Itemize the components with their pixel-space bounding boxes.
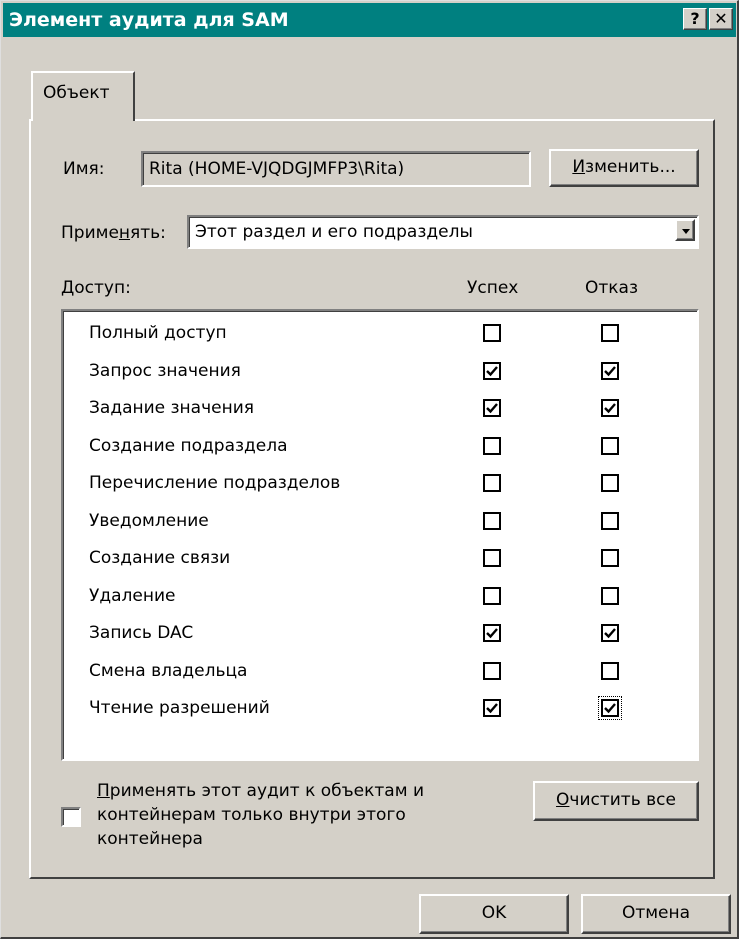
change-principal-button[interactable]: Изменить... xyxy=(549,149,699,187)
ok-label: OK xyxy=(481,903,507,923)
permission-name: Задание значения xyxy=(89,398,254,418)
apply-to-label-mnemonic: н xyxy=(118,223,131,243)
permission-name: Полный доступ xyxy=(89,323,227,343)
clear-all-label: чистить все xyxy=(569,790,676,810)
apply-only-line3: контейнера xyxy=(97,829,203,849)
apply-only-line2: контейнерам только внутри этого xyxy=(97,805,406,825)
permission-name: Запрос значения xyxy=(89,360,241,381)
checkmark-icon xyxy=(486,365,498,376)
permission-row: Уведомление xyxy=(89,505,689,539)
checkmark-icon xyxy=(486,403,498,414)
audit-entry-dialog: Элемент аудита для SAM ? ✕ Объект Имя: R… xyxy=(0,0,739,939)
permission-row: Создание подраздела xyxy=(89,430,689,464)
permission-name: Чтение разрешений xyxy=(89,698,270,718)
failure-checkbox[interactable] xyxy=(601,586,619,605)
title-bar[interactable]: Элемент аудита для SAM ? ✕ xyxy=(3,3,736,37)
permission-name: Запись DAC xyxy=(89,623,194,643)
change-button-mnemonic: И xyxy=(572,157,586,177)
failure-checkbox[interactable] xyxy=(601,549,619,567)
success-checkbox[interactable] xyxy=(483,661,501,680)
apply-only-line1: рименять этот аудит к объектам и xyxy=(109,781,425,801)
permission-name: Уведомление xyxy=(89,510,209,531)
permission-name: Создание связи xyxy=(89,548,231,568)
failure-column-header: Отказ xyxy=(585,278,639,298)
permission-row: Задание значения xyxy=(89,392,689,426)
help-button[interactable]: ? xyxy=(683,8,707,30)
success-checkbox[interactable] xyxy=(483,549,501,567)
clear-all-button[interactable]: Очистить все xyxy=(533,781,699,821)
success-checkbox[interactable] xyxy=(483,399,501,417)
window-title: Элемент аудита для SAM xyxy=(9,9,289,31)
failure-checkbox[interactable] xyxy=(601,436,619,455)
failure-checkbox[interactable] xyxy=(601,624,619,642)
apply-only-container-checkbox[interactable] xyxy=(61,807,81,827)
permission-name: Удаление xyxy=(89,585,176,606)
apply-to-label: Применять: xyxy=(61,223,166,243)
apply-to-selected-value: Этот раздел и его подразделы xyxy=(195,222,473,242)
permission-row: Смена владельца xyxy=(89,655,689,689)
checkmark-icon xyxy=(486,703,498,714)
checkmark-icon xyxy=(604,403,616,414)
permission-row: Создание связи xyxy=(89,542,689,576)
apply-to-select[interactable]: Этот раздел и его подразделы xyxy=(187,215,699,249)
checkmark-icon xyxy=(604,365,616,376)
failure-checkbox[interactable] xyxy=(601,361,619,380)
name-label: Имя: xyxy=(63,159,105,179)
apply-to-label-a: Приме xyxy=(61,223,119,243)
failure-checkbox[interactable] xyxy=(601,511,619,530)
permission-name: Создание подраздела xyxy=(89,435,288,456)
permission-row: Полный доступ xyxy=(89,317,689,351)
success-checkbox[interactable] xyxy=(483,699,501,717)
close-icon: ✕ xyxy=(714,9,728,28)
permission-row: Запрос значения xyxy=(89,355,689,389)
permission-name: Перечисление подразделов xyxy=(89,473,341,493)
failure-checkbox[interactable] xyxy=(601,324,619,342)
checkmark-icon xyxy=(486,628,498,639)
apply-only-container-label: Применять этот аудит к объектам и контейн… xyxy=(97,779,424,851)
permission-row: Перечисление подразделов xyxy=(89,467,689,501)
checkmark-icon xyxy=(604,628,616,639)
permission-name: Смена владельца xyxy=(89,660,248,681)
success-checkbox[interactable] xyxy=(483,324,501,342)
ok-button[interactable]: OK xyxy=(419,894,569,934)
apply-only-mnemonic: П xyxy=(97,781,110,801)
chevron-down-icon[interactable] xyxy=(675,219,695,241)
success-checkbox[interactable] xyxy=(483,586,501,605)
tab-object[interactable]: Объект xyxy=(31,71,135,121)
close-button[interactable]: ✕ xyxy=(709,8,733,30)
access-label: Доступ: xyxy=(61,278,131,298)
permission-list[interactable]: Полный доступ Запрос значения Задание знач… xyxy=(61,309,699,761)
principal-name-value: Rita (HOME-VJQDGJMFP3\Rita) xyxy=(149,159,405,179)
access-label-mnemonic: Д xyxy=(61,278,75,298)
success-checkbox[interactable] xyxy=(483,436,501,455)
success-checkbox[interactable] xyxy=(483,624,501,642)
access-label-text: оступ: xyxy=(74,278,131,298)
failure-checkbox[interactable] xyxy=(601,399,619,417)
permission-row: Запись DAC xyxy=(89,617,689,651)
failure-checkbox[interactable] xyxy=(601,474,619,492)
permission-row: Чтение разрешений xyxy=(89,692,689,726)
help-icon: ? xyxy=(690,9,700,28)
cancel-button[interactable]: Отмена xyxy=(581,894,731,934)
failure-checkbox[interactable] xyxy=(598,696,622,720)
cancel-label: Отмена xyxy=(621,903,691,923)
permission-row: Удаление xyxy=(89,580,689,614)
change-button-label: зменить... xyxy=(585,157,676,177)
success-checkbox[interactable] xyxy=(483,474,501,492)
success-column-header: Успех xyxy=(467,278,519,298)
success-checkbox[interactable] xyxy=(483,511,501,530)
failure-checkbox[interactable] xyxy=(601,661,619,680)
clear-all-mnemonic: О xyxy=(556,790,570,810)
checkmark-icon xyxy=(604,703,616,714)
tab-object-label: Объект xyxy=(43,83,110,103)
apply-to-label-b: ять: xyxy=(130,223,166,243)
success-checkbox[interactable] xyxy=(483,361,501,380)
principal-name-field: Rita (HOME-VJQDGJMFP3\Rita) xyxy=(141,151,531,187)
